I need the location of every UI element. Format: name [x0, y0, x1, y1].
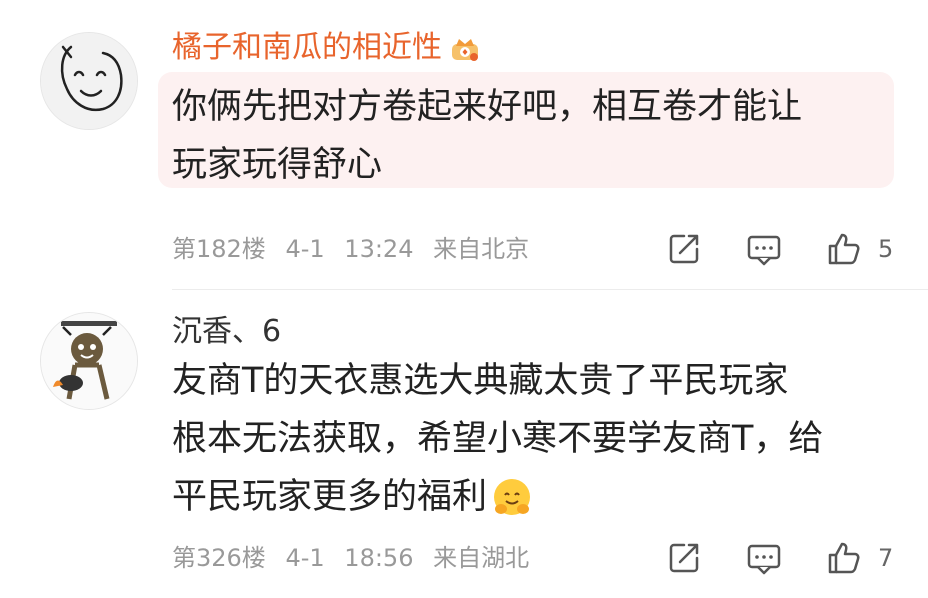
like-count: 7 [878, 544, 894, 572]
thumbs-up-icon [828, 542, 860, 574]
content-line: 玩家玩得舒心 [172, 145, 383, 185]
reply-button[interactable] [746, 231, 782, 267]
content-line: 你俩先把对方卷起来好吧，相互卷才能让 [172, 87, 803, 127]
post-time: 18:56 [344, 544, 414, 572]
avatar[interactable] [40, 312, 138, 410]
post-location: 来自北京 [433, 235, 530, 263]
hugging-face-emoji [494, 479, 531, 515]
content-line: 根本无法获取，希望小寒不要学友商T，给 [172, 419, 824, 459]
like-button[interactable] [826, 231, 862, 267]
doodle-face-icon [41, 33, 137, 129]
comment-content: 你俩先把对方卷起来好吧，相互卷才能让 玩家玩得舒心 [172, 78, 802, 194]
share-icon [669, 234, 699, 264]
like-count: 5 [878, 235, 894, 263]
like-button[interactable] [826, 540, 862, 576]
content-line: 友商T的天衣惠选大典藏太贵了平民玩家 [172, 361, 789, 401]
username[interactable]: 沉香、6 [172, 312, 281, 352]
comment-item: 橘子和南瓜的相近性 你俩先把对方卷起来好吧，相互卷才能让 玩家玩得舒心 第182… [0, 0, 928, 290]
floor-number: 第182楼 [172, 235, 266, 263]
comment-icon [747, 235, 781, 266]
post-location: 来自湖北 [433, 544, 530, 572]
comment-content: 友商T的天衣惠选大典藏太贵了平民玩家 根本无法获取，希望小寒不要学友商T，给 平… [172, 352, 823, 526]
comment-icon [747, 544, 781, 575]
post-date: 4-1 [285, 544, 325, 572]
share-button[interactable] [666, 540, 702, 576]
avatar[interactable] [40, 32, 138, 130]
floor-number: 第326楼 [172, 544, 266, 572]
reply-button[interactable] [746, 540, 782, 576]
crown-level-badge-icon [452, 38, 478, 61]
share-icon [669, 543, 699, 573]
post-date: 4-1 [285, 235, 325, 263]
comment-meta: 第182楼 4-1 13:24 来自北京 [172, 234, 541, 264]
comment-item: 沉香、6 友商T的天衣惠选大典藏太贵了平民玩家 根本无法获取，希望小寒不要学友商… [0, 290, 928, 598]
share-button[interactable] [666, 231, 702, 267]
username[interactable]: 橘子和南瓜的相近性 [172, 28, 480, 68]
thumbs-up-icon [828, 233, 860, 265]
content-line-text: 平民玩家更多的福利 [172, 477, 488, 517]
username-text[interactable]: 橘子和南瓜的相近性 [172, 30, 442, 65]
comment-meta: 第326楼 4-1 18:56 来自湖北 [172, 543, 541, 573]
meme-character-icon [41, 313, 137, 409]
content-line-last: 平民玩家更多的福利 [172, 468, 823, 526]
post-time: 13:24 [344, 235, 414, 263]
